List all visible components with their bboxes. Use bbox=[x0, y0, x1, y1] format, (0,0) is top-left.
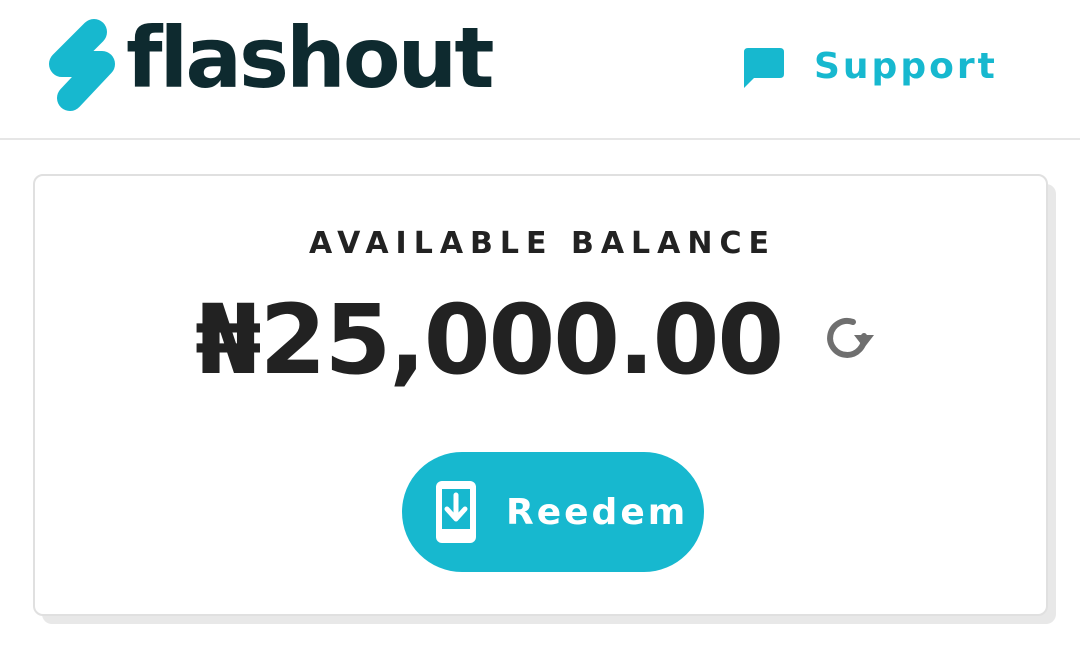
chat-bubble-icon bbox=[744, 48, 784, 88]
top-header: flashout Support bbox=[0, 0, 1080, 140]
logo[interactable]: flashout bbox=[44, 8, 494, 120]
redeem-button[interactable]: Reedem bbox=[402, 452, 704, 572]
support-label: Support bbox=[814, 45, 998, 87]
balance-amount: ₦25,000.00 bbox=[194, 284, 784, 396]
balance-label: AVAILABLE BALANCE bbox=[308, 226, 777, 261]
refresh-icon[interactable] bbox=[818, 309, 876, 367]
balance-row: ₦25,000.00 bbox=[35, 292, 1050, 388]
redeem-label: Reedem bbox=[506, 491, 689, 533]
app-root: flashout Support AVAILABLE BALANCE ₦25,0… bbox=[0, 0, 1080, 653]
logo-wordmark: flashout bbox=[126, 9, 494, 107]
support-link[interactable]: Support bbox=[738, 36, 998, 96]
balance-card: AVAILABLE BALANCE ₦25,000.00 Reedem bbox=[33, 174, 1048, 616]
lightning-bolt-icon bbox=[49, 19, 115, 111]
phone-download-icon bbox=[436, 481, 476, 543]
